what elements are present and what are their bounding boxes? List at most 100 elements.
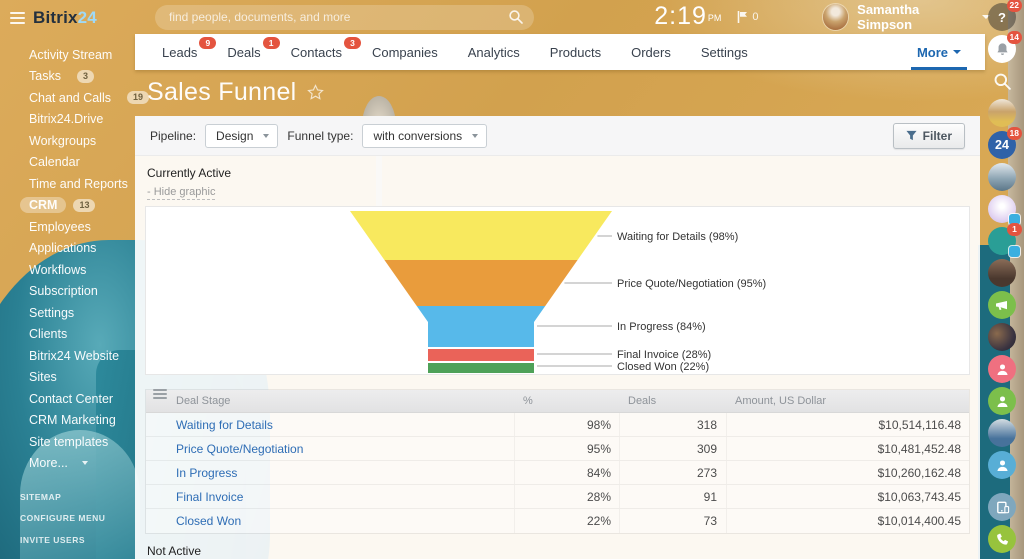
cell-amount: $10,063,743.45 <box>726 485 969 508</box>
sidebar-item-bitrix24-drive[interactable]: Bitrix24.Drive <box>10 109 135 131</box>
sidebar-item-label: Bitrix24 Website <box>20 348 128 364</box>
sidebar-item-employees[interactable]: Employees <box>10 216 135 238</box>
sidebar-item-activity-stream[interactable]: Activity Stream <box>10 44 135 66</box>
sidebar-item-badge: 19 <box>127 91 149 104</box>
user-avatar[interactable] <box>988 419 1016 447</box>
sidebar-item-crm-marketing[interactable]: CRM Marketing <box>10 410 135 432</box>
tab-label: Orders <box>631 45 671 60</box>
sidebar-item-calendar[interactable]: Calendar <box>10 152 135 174</box>
table-row: Price Quote/Negotiation95%309$10,481,452… <box>146 437 969 461</box>
search-input[interactable] <box>155 5 534 30</box>
tab-label: Deals <box>227 45 260 60</box>
sidebar-item-workgroups[interactable]: Workgroups <box>10 130 135 152</box>
favorite-star-icon[interactable] <box>307 84 324 101</box>
tab-settings[interactable]: Settings <box>686 34 763 70</box>
sidebar-item-label: Workflows <box>20 262 95 278</box>
sidebar-item-label: Applications <box>20 240 105 256</box>
sidebar-item-subscription[interactable]: Subscription <box>10 281 135 303</box>
deal-stage-link[interactable]: Price Quote/Negotiation <box>176 442 303 456</box>
phone-icon[interactable] <box>988 525 1016 553</box>
user-avatar[interactable] <box>823 4 849 30</box>
tab-analytics[interactable]: Analytics <box>453 34 535 70</box>
tab-companies[interactable]: Companies <box>357 34 453 70</box>
deal-stage-table: Deal Stage % Deals Amount, US Dollar Wai… <box>145 389 970 534</box>
user-avatar[interactable]: 1 <box>988 227 1016 255</box>
sidebar-item-badge: 13 <box>73 199 95 212</box>
funnel-stage-in-progress[interactable] <box>417 306 545 347</box>
sidebar-item-site-templates[interactable]: Site templates <box>10 431 135 453</box>
devices-icon[interactable] <box>988 493 1016 521</box>
sidebar-item-label: Clients <box>20 326 76 342</box>
sidebar-item-chat-and-calls[interactable]: Chat and Calls19 <box>10 87 135 109</box>
deal-stage-link[interactable]: Waiting for Details <box>176 418 273 432</box>
tab-orders[interactable]: Orders <box>616 34 686 70</box>
deal-stage-link[interactable]: In Progress <box>176 466 237 480</box>
person-icon[interactable] <box>988 387 1016 415</box>
sidebar-item-label: Time and Reports <box>20 176 137 192</box>
user-avatar[interactable] <box>988 259 1016 287</box>
user-avatar[interactable] <box>988 323 1016 351</box>
sidebar-item-contact-center[interactable]: Contact Center <box>10 388 135 410</box>
crm-navbar: Leads9Deals1Contacts3Companies Analytics P… <box>135 34 985 70</box>
deal-stage-link[interactable]: Closed Won <box>176 514 241 528</box>
user-name[interactable]: Samantha Simpson <box>857 2 976 32</box>
person-icon[interactable] <box>988 355 1016 383</box>
filter-label: Filter <box>923 129 952 143</box>
tab-contacts[interactable]: Contacts3 <box>276 34 357 70</box>
sidebar-item-tasks[interactable]: Tasks3 <box>10 66 135 88</box>
tab-label: Leads <box>162 45 197 60</box>
user-avatar[interactable] <box>988 99 1016 127</box>
sidebar-item-badge: 3 <box>77 70 94 83</box>
grid-settings-icon[interactable] <box>153 389 167 401</box>
user-avatar[interactable] <box>988 195 1016 223</box>
funnel-type-select[interactable]: with conversions <box>362 124 487 148</box>
table-row: In Progress84%273$10,260,162.48 <box>146 461 969 485</box>
sidebar-item-bitrix24-website[interactable]: Bitrix24 Website <box>10 345 135 367</box>
sidebar-item-sites[interactable]: Sites <box>10 367 135 389</box>
bell-icon[interactable]: 14 <box>988 35 1016 63</box>
bitrix24-logo[interactable]: Bitrix24 <box>33 8 97 28</box>
bitrix24-chat-icon[interactable]: 2418 <box>988 131 1016 159</box>
funnel-stage-label: Price Quote/Negotiation (95%) <box>617 278 766 290</box>
user-avatar[interactable] <box>988 163 1016 191</box>
sidebar-item-label: More... <box>20 455 77 471</box>
plan-flag[interactable]: 0 <box>737 11 758 23</box>
sidebar-footer-configure-menu[interactable]: CONFIGURE MENU <box>10 508 135 530</box>
table-body: Waiting for Details98%318$10,514,116.48P… <box>146 413 969 533</box>
hide-graphic-link[interactable]: - Hide graphic <box>147 186 215 200</box>
search-icon[interactable] <box>508 9 524 25</box>
sidebar-item-clients[interactable]: Clients <box>10 324 135 346</box>
funnel-stage-waiting-for-details[interactable] <box>350 211 612 260</box>
sidebar-item-more[interactable]: More... <box>10 453 135 475</box>
sidebar-footer-sitemap[interactable]: SITEMAP <box>10 486 135 508</box>
sidebar-item-time-and-reports[interactable]: Time and Reports <box>10 173 135 195</box>
menu-hamburger-icon[interactable] <box>10 12 25 24</box>
cell-deals: 309 <box>619 437 726 460</box>
tab-leads[interactable]: Leads9 <box>147 34 212 70</box>
megaphone-icon[interactable] <box>988 291 1016 319</box>
person-icon[interactable] <box>988 451 1016 479</box>
help-icon[interactable]: ?22 <box>988 3 1016 31</box>
search-icon[interactable] <box>988 67 1016 95</box>
app-sub-badge <box>1009 246 1020 257</box>
tab-more[interactable]: More <box>907 34 971 70</box>
funnel-stage-closed-won[interactable] <box>428 363 534 373</box>
tab-products[interactable]: Products <box>535 34 616 70</box>
sidebar-item-crm[interactable]: CRM13 <box>10 195 135 217</box>
clock[interactable]: 2:19PM <box>654 4 721 31</box>
pipeline-select[interactable]: Design <box>205 124 278 148</box>
funnel-stage-price-quote-negotiation[interactable] <box>384 260 577 306</box>
table-row: Closed Won22%73$10,014,400.45 <box>146 509 969 533</box>
right-rail: ?22 14 2418 1 <box>981 2 1023 557</box>
sidebar: Bitrix24 Activity StreamTasks3Chat and C… <box>0 0 135 559</box>
filter-button[interactable]: Filter <box>893 123 965 149</box>
deal-stage-link[interactable]: Final Invoice <box>176 490 243 504</box>
sidebar-item-settings[interactable]: Settings <box>10 302 135 324</box>
notification-badge: 22 <box>1007 0 1022 12</box>
sidebar-item-workflows[interactable]: Workflows <box>10 259 135 281</box>
funnel-stage-final-invoice[interactable] <box>428 349 534 361</box>
tab-label: Analytics <box>468 45 520 60</box>
tab-deals[interactable]: Deals1 <box>212 34 275 70</box>
sidebar-item-applications[interactable]: Applications <box>10 238 135 260</box>
sidebar-footer-invite-users[interactable]: INVITE USERS <box>10 529 135 551</box>
